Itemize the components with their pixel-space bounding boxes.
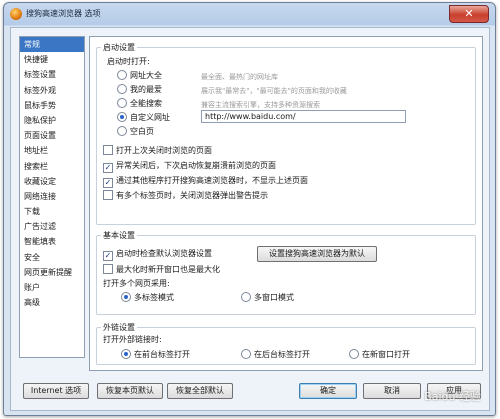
startup-open-label: 启动时打开: (107, 57, 150, 66)
custom-url-input[interactable]: http://www.baidu.com/ (201, 110, 406, 123)
checkbox-crash-recovery-box[interactable]: ✓ (103, 163, 113, 173)
option-multi-window-label: 多窗口模式 (254, 293, 294, 302)
startup-option-blank-label: 空白页 (130, 127, 154, 136)
cancel-button[interactable]: 取消 (363, 383, 421, 399)
settings-category-list: 常规 快捷键 标签设置 标签外观 鼠标手势 隐私保护 页面设置 地址栏 搜索栏 收藏设定 网络连接下… (19, 36, 85, 358)
sidebar-item[interactable]: 下载 (20, 204, 84, 219)
checkbox-close-warning-label: 有多个标签页时，关闭浏览器弹出警告提示 (116, 191, 268, 200)
sidebar-item[interactable]: 广告过滤 (20, 219, 84, 234)
checkbox-restore-last[interactable]: 打开上次关闭时浏览的页面 (103, 145, 212, 156)
basic-group: 基本设置 ✓ 启动时检查默认浏览器设置 设置搜狗高速浏览器为默认 最大化时新开窗口… (96, 230, 476, 315)
radio-blank[interactable] (117, 126, 127, 136)
startup-option-favorite[interactable]: 我的最爱 (117, 84, 162, 95)
sidebar-item[interactable]: 标签设置 (20, 67, 84, 82)
sidebar-item[interactable]: 快捷键 (20, 52, 84, 67)
checkbox-external-open[interactable]: ✓ 通过其他程序打开搜狗高速浏览器时，不显示上述页面 (103, 175, 308, 188)
external-link-group: 外链设置 打开外部链接时: 在前台标签打开 在后台标签打开 在新窗口打开 (96, 322, 476, 365)
checkbox-external-open-label: 通过其他程序打开搜狗高速浏览器时，不显示上述页面 (116, 176, 308, 185)
option-multi-tab[interactable]: 多标签模式 (121, 292, 174, 303)
set-default-browser-button[interactable]: 设置搜狗高速浏览器为默认 (257, 246, 377, 262)
sidebar-item[interactable]: 高级 (20, 295, 84, 310)
checkbox-crash-recovery-label: 异常关闭后，下次启动恢复崩溃前浏览的页面 (116, 161, 276, 170)
radio-multi-tab[interactable] (121, 292, 131, 302)
sidebar-item[interactable]: 常规 (20, 37, 84, 53)
settings-panel: 启动设置 启动时打开: 网址大全 最全面、最热门的网址库 我的最爱 展示我"最常… (89, 36, 483, 371)
dialog-body: 常规 快捷键 标签设置 标签外观 鼠标手势 隐私保护 页面设置 地址栏 搜索栏 收藏设定 网络连接下… (10, 27, 490, 411)
option-foreground-tab-label: 在前台标签打开 (134, 350, 190, 359)
sidebar-item[interactable]: 智能填表 (20, 234, 84, 249)
sidebar-item[interactable]: 收藏设定 (20, 174, 84, 189)
sidebar-item[interactable]: 安全 (20, 250, 84, 265)
startup-option-search[interactable]: 全能搜索 (117, 98, 162, 109)
multi-page-label: 打开多个网页采用: (103, 279, 170, 288)
startup-option-search-hint: 兼容主流搜索引擎，支持多种资源搜索 (201, 101, 320, 109)
startup-option-nav-label: 网址大全 (130, 71, 162, 80)
checkbox-crash-recovery[interactable]: ✓ 异常关闭后，下次启动恢复崩溃前浏览的页面 (103, 160, 276, 173)
basic-group-title: 基本设置 (101, 230, 137, 241)
startup-group-title: 启动设置 (101, 42, 137, 53)
restore-page-default-button[interactable]: 恢复本页默认 (97, 383, 163, 399)
option-new-window-label: 在新窗口打开 (362, 350, 410, 359)
radio-favorite[interactable] (117, 84, 127, 94)
checkbox-external-open-box[interactable]: ✓ (103, 178, 113, 188)
checkbox-restore-last-box[interactable] (103, 145, 113, 155)
startup-option-favorite-hint: 展示我"最常去"，"最可能去"的页面和我的收藏 (201, 87, 347, 95)
sidebar-item[interactable]: 鼠标手势 (20, 98, 84, 113)
sidebar-item[interactable]: 网页更新提醒 (20, 265, 84, 280)
close-button[interactable]: ✕ (449, 5, 489, 23)
startup-option-custom-label: 自定义网址 (130, 113, 170, 122)
checkbox-maximize[interactable]: 最大化时新开窗口也是最大化 (103, 264, 220, 275)
sidebar-item[interactable]: 网络连接 (20, 189, 84, 204)
sidebar-item[interactable]: 账户 (20, 280, 84, 295)
options-window: 搜狗高速浏览器 选项 ✕ 常规 快捷键 标签设置 标签外观 鼠标手势 隐私保护 页面设置 地址… (3, 2, 496, 416)
radio-custom[interactable] (117, 112, 127, 122)
title-bar[interactable]: 搜狗高速浏览器 选项 ✕ (4, 3, 495, 25)
internet-options-button[interactable]: Internet 选项 (23, 383, 89, 399)
option-background-tab[interactable]: 在后台标签打开 (241, 349, 310, 360)
checkbox-restore-last-label: 打开上次关闭时浏览的页面 (116, 146, 212, 155)
browser-logo-icon (10, 8, 22, 20)
radio-multi-window[interactable] (241, 292, 251, 302)
checkbox-check-default[interactable]: ✓ 启动时检查默认浏览器设置 (103, 248, 212, 261)
option-new-window[interactable]: 在新窗口打开 (349, 349, 410, 360)
startup-group: 启动设置 启动时打开: 网址大全 最全面、最热门的网址库 我的最爱 展示我"最常… (96, 42, 476, 225)
option-multi-tab-label: 多标签模式 (134, 293, 174, 302)
radio-search[interactable] (117, 98, 127, 108)
ok-button[interactable]: 确定 (299, 383, 357, 399)
sidebar-item[interactable]: 地址栏 (20, 143, 84, 158)
startup-option-search-label: 全能搜索 (130, 99, 162, 108)
restore-all-default-button[interactable]: 恢复全部默认 (167, 383, 233, 399)
checkbox-maximize-label: 最大化时新开窗口也是最大化 (116, 265, 220, 274)
option-foreground-tab[interactable]: 在前台标签打开 (121, 349, 190, 360)
checkbox-maximize-box[interactable] (103, 264, 113, 274)
sidebar-item[interactable]: 页面设置 (20, 128, 84, 143)
radio-new-window[interactable] (349, 349, 359, 359)
option-background-tab-label: 在后台标签打开 (254, 350, 310, 359)
sidebar-item[interactable]: 搜索栏 (20, 159, 84, 174)
window-title: 搜狗高速浏览器 选项 (26, 9, 101, 18)
radio-nav[interactable] (117, 70, 127, 80)
external-open-label: 打开外部链接时: (103, 335, 162, 344)
option-multi-window[interactable]: 多窗口模式 (241, 292, 294, 303)
watermark-text: Baidu 经验 (424, 390, 481, 403)
sidebar-item[interactable]: 隐私保护 (20, 113, 84, 128)
startup-option-nav-hint: 最全面、最热门的网址库 (201, 73, 278, 81)
startup-option-favorite-label: 我的最爱 (130, 85, 162, 94)
startup-option-custom[interactable]: 自定义网址 (117, 112, 170, 123)
startup-option-nav[interactable]: 网址大全 (117, 70, 162, 81)
external-group-title: 外链设置 (101, 322, 137, 333)
sidebar-item[interactable]: 标签外观 (20, 83, 84, 98)
radio-foreground-tab[interactable] (121, 349, 131, 359)
checkbox-check-default-box[interactable]: ✓ (103, 251, 113, 261)
checkbox-close-warning[interactable]: 有多个标签页时，关闭浏览器弹出警告提示 (103, 190, 268, 201)
checkbox-close-warning-box[interactable] (103, 190, 113, 200)
startup-option-blank[interactable]: 空白页 (117, 126, 154, 137)
radio-background-tab[interactable] (241, 349, 251, 359)
checkbox-check-default-label: 启动时检查默认浏览器设置 (116, 249, 212, 258)
